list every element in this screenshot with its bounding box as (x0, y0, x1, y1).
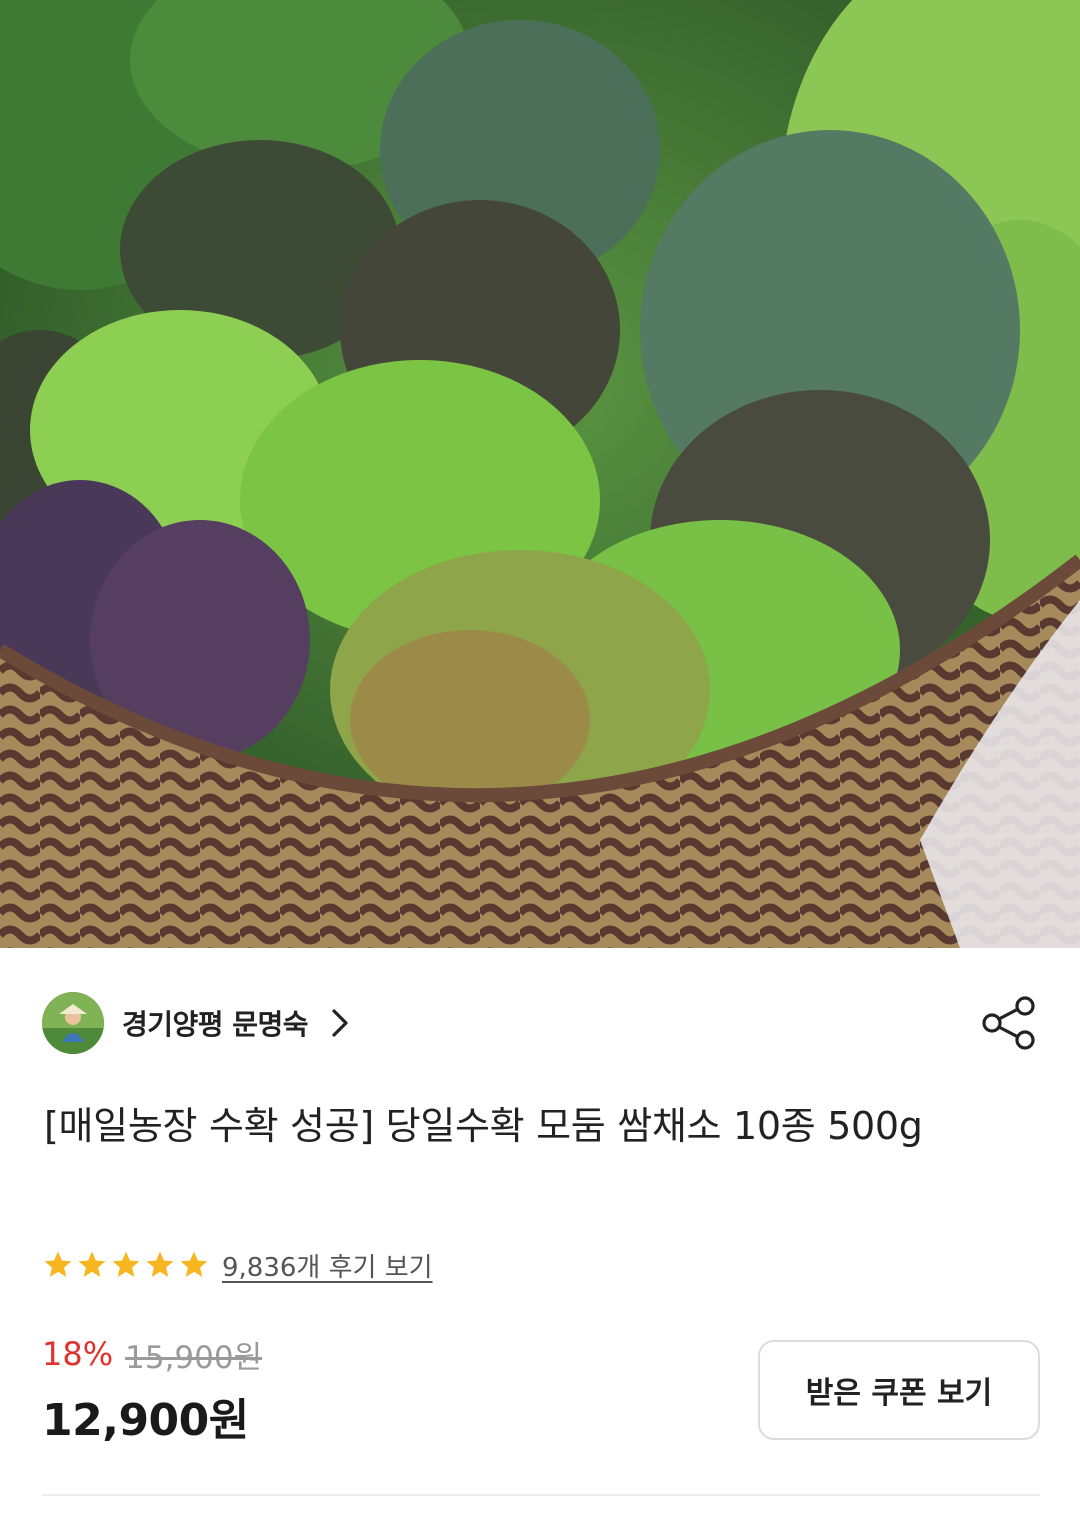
divider (42, 1494, 1040, 1496)
chevron-right-icon (332, 1009, 348, 1037)
product-title: [매일농장 수확 성공] 당일수확 모둠 쌈채소 10종 500g (44, 1104, 923, 1148)
seller-link[interactable]: 경기양평 문명숙 (42, 992, 350, 1054)
rating-row: 9,836개 후기 보기 (42, 1246, 433, 1284)
star-icon (146, 1251, 174, 1277)
product-image[interactable] (0, 0, 1080, 948)
share-icon[interactable] (980, 994, 1038, 1052)
vegetable-basket-photo (0, 0, 1080, 948)
star-icon (112, 1251, 140, 1277)
rating-stars (42, 1249, 210, 1281)
reviews-link[interactable]: 9,836개 후기 보기 (222, 1247, 433, 1284)
sale-price: 12,900원 (42, 1395, 249, 1446)
farmer-avatar (42, 992, 104, 1054)
star-icon (180, 1251, 208, 1277)
original-price: 15,900원 (125, 1339, 263, 1376)
star-icon (78, 1251, 106, 1277)
product-detail-page: 경기양평 문명숙 [매일농장 수확 성공] 당일수확 모둠 쌈채소 10종 50… (0, 0, 1080, 1515)
seller-name: 경기양평 문명숙 (122, 1008, 309, 1041)
star-icon (44, 1251, 72, 1277)
discount-rate: 18% (42, 1335, 114, 1373)
view-coupons-button[interactable]: 받은 쿠폰 보기 (758, 1340, 1040, 1440)
price-row: 18% 15,900원 (42, 1332, 262, 1376)
